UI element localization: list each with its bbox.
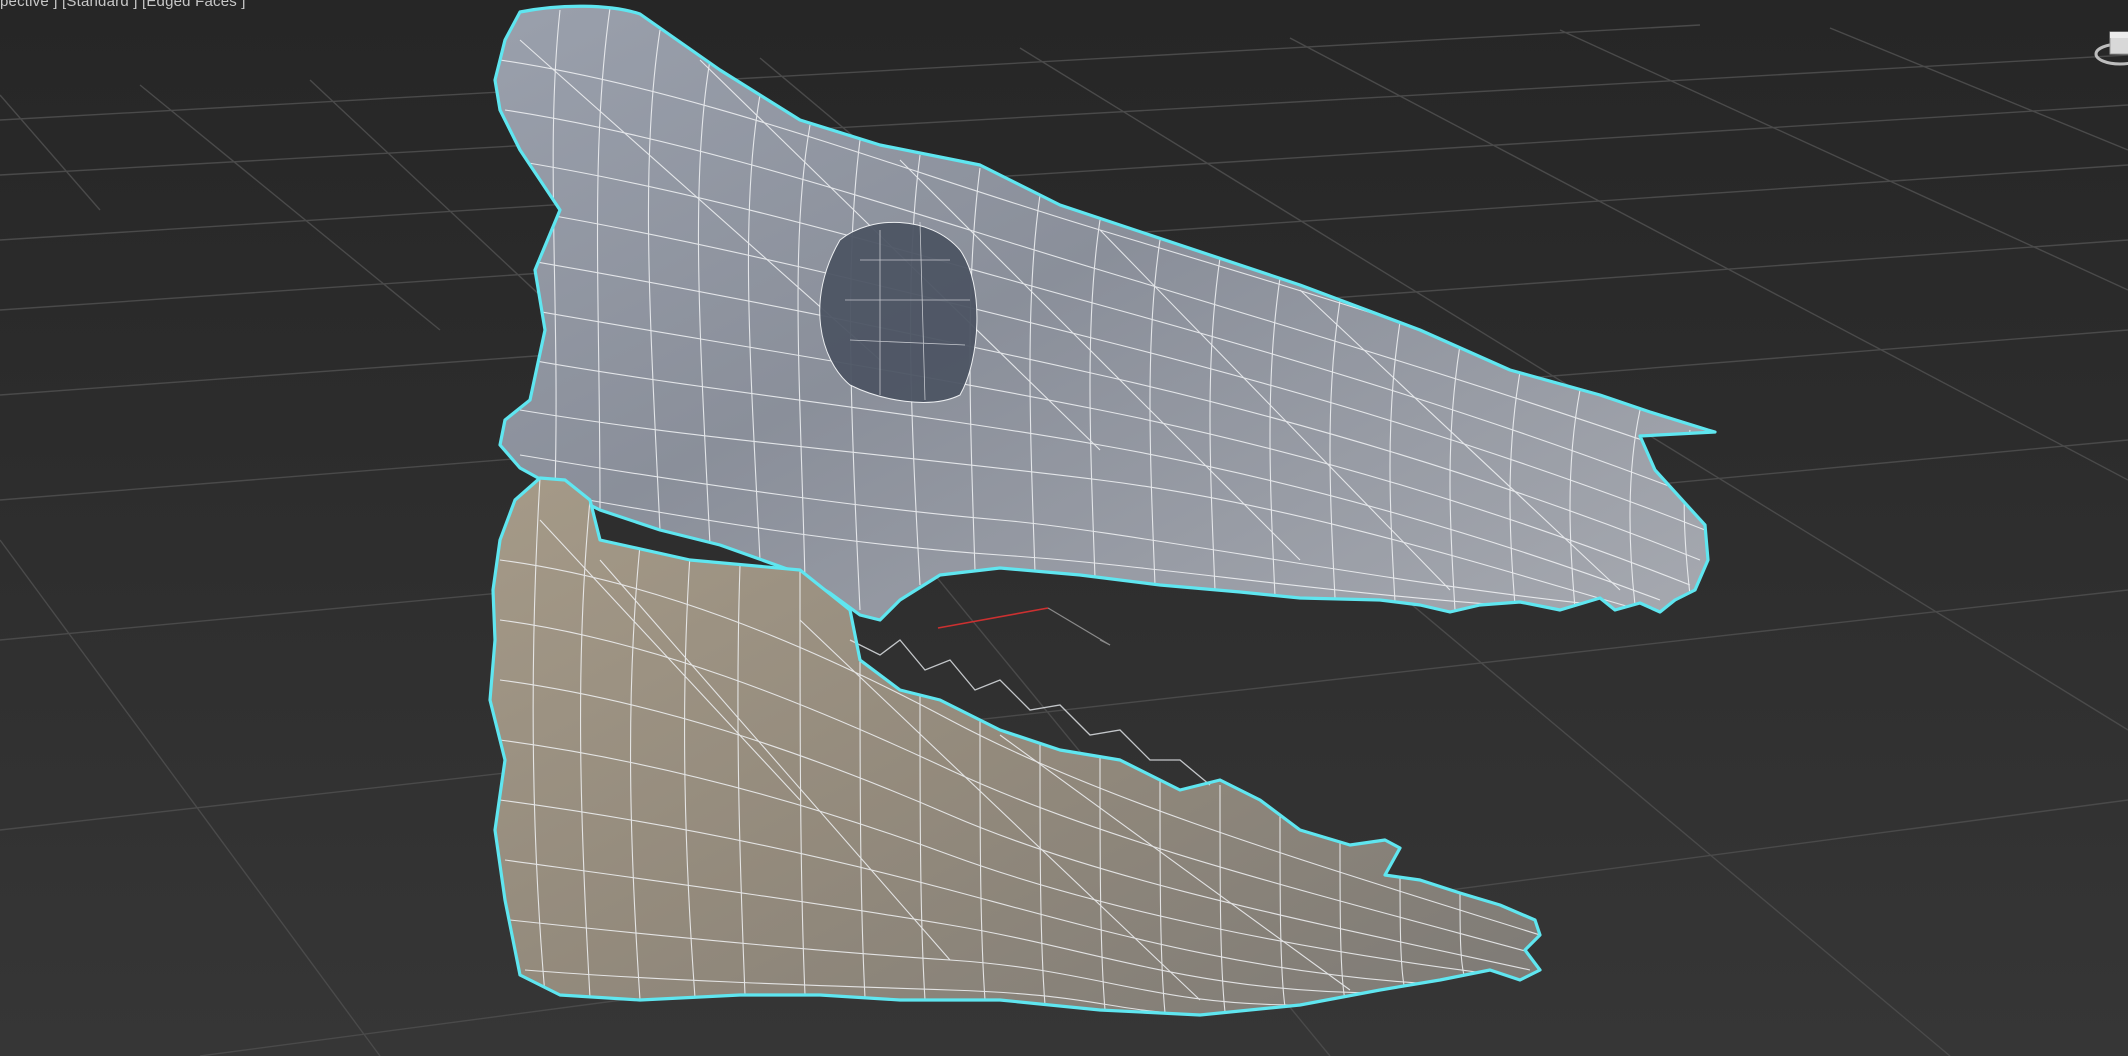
viewport-label[interactable]: pective ] [Standard ] [Edged Faces ] [0,0,246,10]
viewcube-icon[interactable] [2088,18,2128,78]
transform-gizmo-icon[interactable] [937,607,1111,646]
viewport-scene[interactable] [0,0,2128,1056]
perspective-viewport[interactable]: pective ] [Standard ] [Edged Faces ] [0,0,2128,1056]
eye-socket [819,221,978,403]
upper-skull-mesh[interactable] [493,4,1717,622]
